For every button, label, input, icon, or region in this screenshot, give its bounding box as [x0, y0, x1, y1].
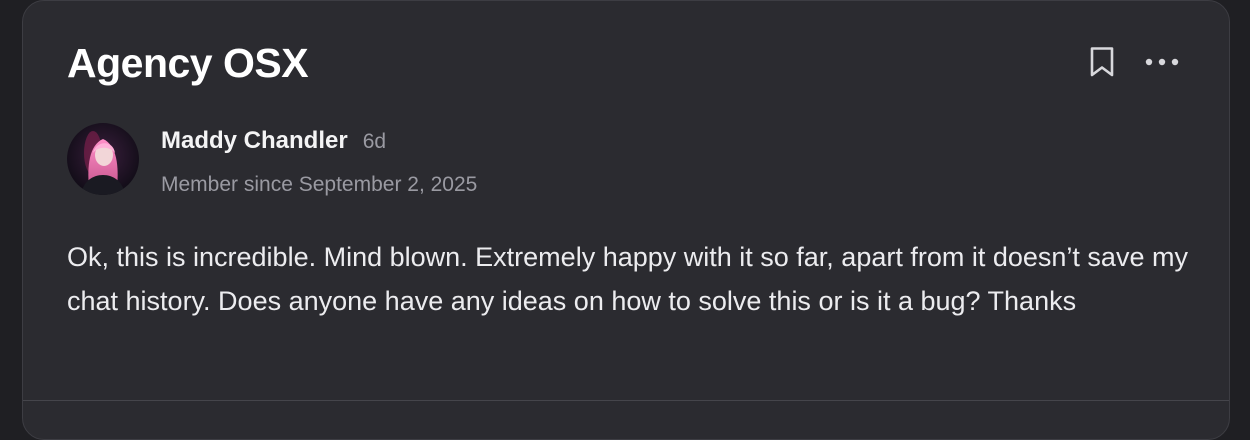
- author-name[interactable]: Maddy Chandler: [161, 127, 348, 155]
- post-card: Agency OSX Maddy Chandler 6d Member sinc…: [22, 0, 1230, 440]
- more-horizontal-icon: [1145, 58, 1179, 66]
- post-body: Ok, this is incredible. Mind blown. Extr…: [67, 242, 1188, 316]
- author-name-row: Maddy Chandler 6d: [161, 127, 477, 155]
- avatar[interactable]: [67, 123, 139, 195]
- post-actions: [1085, 43, 1179, 81]
- more-options-button[interactable]: [1145, 43, 1179, 81]
- bookmark-button[interactable]: [1085, 43, 1119, 81]
- author-meta: Maddy Chandler 6d Member since September…: [161, 123, 477, 197]
- post-author: Maddy Chandler 6d Member since September…: [67, 123, 477, 197]
- post-title: Agency OSX: [67, 40, 309, 86]
- avatar-image: [67, 123, 139, 195]
- divider: [23, 400, 1229, 401]
- member-since: Member since September 2, 2025: [161, 173, 478, 196]
- post-timestamp: 6d: [362, 130, 387, 153]
- bookmark-icon: [1090, 47, 1114, 77]
